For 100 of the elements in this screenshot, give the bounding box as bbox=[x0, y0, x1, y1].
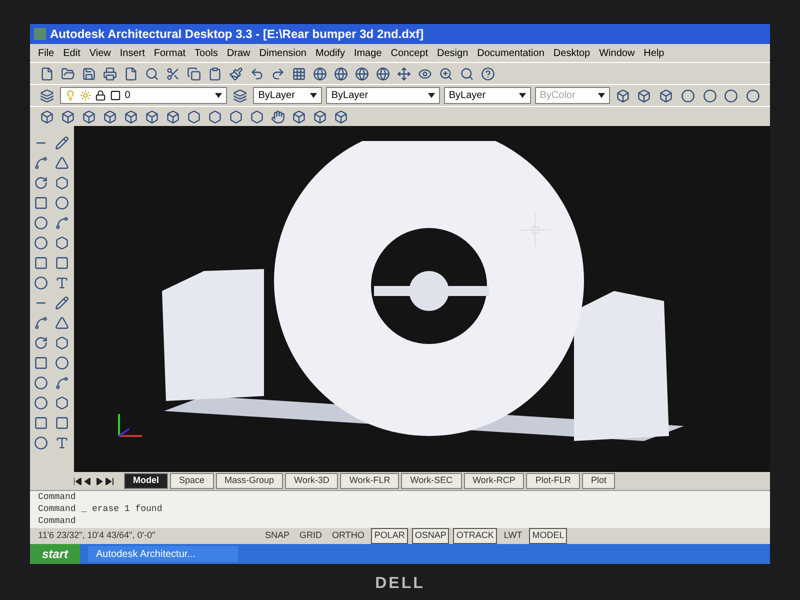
print-icon[interactable] bbox=[101, 64, 119, 82]
hexagon-icon[interactable] bbox=[53, 174, 71, 192]
status-toggle[interactable]: MODEL bbox=[529, 528, 568, 544]
triangle-icon[interactable] bbox=[53, 154, 71, 172]
layers-icon[interactable] bbox=[38, 86, 56, 104]
menu-item[interactable]: Desktop bbox=[553, 46, 590, 60]
status-toggle[interactable]: POLAR bbox=[371, 528, 408, 544]
circle-icon[interactable] bbox=[32, 374, 50, 392]
curve-icon[interactable] bbox=[53, 374, 71, 392]
menu-item[interactable]: Draw bbox=[226, 46, 250, 60]
layout-tab[interactable]: Plot bbox=[582, 473, 616, 489]
circle-icon[interactable] bbox=[744, 86, 762, 104]
rectangle-icon[interactable] bbox=[32, 194, 50, 212]
tab-scroll-arrows-icon[interactable] bbox=[74, 478, 114, 484]
circle-icon[interactable] bbox=[679, 86, 697, 104]
rotate-icon[interactable] bbox=[32, 334, 50, 352]
menu-item[interactable]: Concept bbox=[390, 46, 428, 60]
hexagon-icon[interactable] bbox=[53, 234, 71, 252]
menu-item[interactable]: Format bbox=[154, 46, 186, 60]
layers-icon[interactable] bbox=[231, 86, 250, 104]
menu-item[interactable]: Help bbox=[644, 46, 664, 60]
curve-icon[interactable] bbox=[32, 314, 50, 332]
circle-icon[interactable] bbox=[32, 274, 50, 292]
curve-icon[interactable] bbox=[32, 154, 50, 172]
menu-item[interactable]: Dimension bbox=[259, 46, 306, 60]
menu-item[interactable]: File bbox=[38, 46, 54, 60]
hexagon-icon[interactable] bbox=[248, 108, 266, 126]
status-toggle[interactable]: GRID bbox=[296, 528, 326, 544]
menu-item[interactable]: Modify bbox=[316, 46, 345, 60]
status-toggle[interactable]: LWT bbox=[500, 528, 526, 544]
status-toggle[interactable]: OSNAP bbox=[412, 528, 450, 544]
cube-icon[interactable] bbox=[101, 108, 119, 126]
circle-icon[interactable] bbox=[32, 394, 50, 412]
menu-item[interactable]: Insert bbox=[120, 46, 145, 60]
menu-item[interactable]: Image bbox=[354, 46, 382, 60]
hexagon-icon[interactable] bbox=[53, 394, 71, 412]
rectangle-icon[interactable] bbox=[32, 414, 50, 432]
layout-tab[interactable]: Model bbox=[124, 473, 168, 489]
menu-item[interactable]: Tools bbox=[194, 46, 218, 60]
cube-icon[interactable] bbox=[59, 108, 77, 126]
layer-dropdown[interactable]: 0 bbox=[60, 87, 228, 104]
rectangle-icon[interactable] bbox=[32, 254, 50, 272]
cube-icon[interactable] bbox=[122, 108, 140, 126]
circle-icon[interactable] bbox=[722, 86, 740, 104]
cube-icon[interactable] bbox=[143, 108, 161, 126]
rectangle-icon[interactable] bbox=[53, 414, 71, 432]
hexagon-icon[interactable] bbox=[185, 108, 203, 126]
cube-icon[interactable] bbox=[164, 108, 182, 126]
help-icon[interactable] bbox=[479, 64, 497, 82]
circle-icon[interactable] bbox=[53, 354, 71, 372]
menu-item[interactable]: Window bbox=[599, 46, 635, 60]
globe-icon[interactable] bbox=[353, 64, 371, 82]
layout-tab[interactable]: Mass-Group bbox=[216, 473, 284, 489]
layout-tab[interactable]: Work-3D bbox=[285, 473, 338, 489]
property-dropdown[interactable]: ByLayer bbox=[326, 87, 440, 104]
rectangle-icon[interactable] bbox=[53, 254, 71, 272]
circle-icon[interactable] bbox=[700, 86, 719, 104]
menu-item[interactable]: Design bbox=[437, 46, 468, 60]
dropdown-arrow-icon bbox=[518, 93, 526, 98]
circle-icon[interactable] bbox=[32, 214, 50, 232]
hexagon-icon[interactable] bbox=[53, 334, 71, 352]
app-icon bbox=[34, 28, 46, 40]
circle-icon[interactable] bbox=[32, 434, 50, 452]
circle-icon[interactable] bbox=[32, 234, 50, 252]
rotate-icon[interactable] bbox=[32, 174, 50, 192]
status-toggle[interactable]: OTRACK bbox=[453, 528, 497, 544]
cube-icon[interactable] bbox=[290, 108, 308, 126]
cube-icon[interactable] bbox=[311, 108, 329, 126]
hand-icon[interactable] bbox=[269, 108, 287, 126]
pencil-icon[interactable] bbox=[53, 294, 71, 312]
cube-icon[interactable] bbox=[80, 108, 98, 126]
status-toggle[interactable]: ORTHO bbox=[329, 528, 368, 544]
hexagon-icon[interactable] bbox=[227, 108, 245, 126]
menu-item[interactable]: View bbox=[89, 46, 111, 60]
menu-item[interactable]: Edit bbox=[63, 46, 80, 60]
hexagon-icon[interactable] bbox=[206, 108, 224, 126]
curve-icon[interactable] bbox=[53, 214, 71, 232]
property-dropdown[interactable]: ByLayer bbox=[444, 87, 531, 104]
property-dropdown[interactable]: ByLayer bbox=[253, 87, 322, 104]
layout-tab[interactable]: Work-SEC bbox=[401, 473, 462, 489]
triangle-icon[interactable] bbox=[53, 314, 71, 332]
layout-tab[interactable]: Plot-FLR bbox=[526, 473, 580, 489]
status-toggle[interactable]: SNAP bbox=[262, 528, 293, 544]
menu-item[interactable]: Documentation bbox=[477, 46, 544, 60]
start-button[interactable]: start bbox=[30, 544, 80, 564]
layout-tab[interactable]: Work-RCP bbox=[464, 473, 524, 489]
globe-icon[interactable] bbox=[311, 64, 329, 82]
cube-icon[interactable] bbox=[38, 108, 56, 126]
cube-icon[interactable] bbox=[332, 108, 350, 126]
globe-icon[interactable] bbox=[332, 64, 350, 82]
axis-icon[interactable] bbox=[395, 64, 413, 82]
layout-tab[interactable]: Space bbox=[170, 473, 214, 489]
brush-icon[interactable] bbox=[227, 64, 245, 82]
taskbar-button[interactable]: Autodesk Architectur... bbox=[88, 546, 238, 562]
pencil-icon[interactable] bbox=[53, 134, 71, 152]
copy-icon[interactable] bbox=[185, 64, 203, 82]
layout-tab[interactable]: Work-FLR bbox=[340, 473, 400, 489]
rectangle-icon[interactable] bbox=[32, 354, 50, 372]
circle-icon[interactable] bbox=[53, 194, 71, 212]
globe-icon[interactable] bbox=[374, 64, 392, 82]
